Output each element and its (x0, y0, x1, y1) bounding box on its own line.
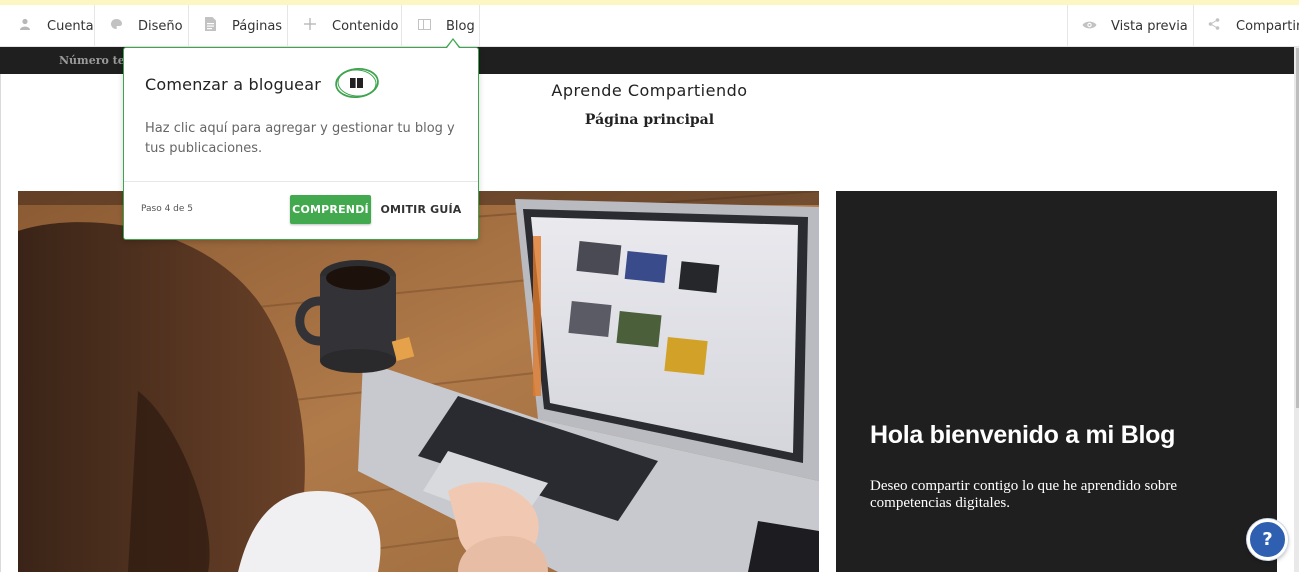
toolbar-divider (401, 5, 402, 47)
editor-toolbar: Cuenta Diseño Páginas Contenido Blog Vis… (0, 5, 1299, 47)
popover-pointer-fill (447, 40, 459, 48)
hero-panel: Hola bienvenido a mi Blog Deseo comparti… (836, 191, 1277, 572)
page-edge (0, 74, 1, 572)
palette-icon (108, 18, 124, 34)
toolbar-divider (287, 5, 288, 47)
blog-badge-icon (334, 66, 380, 100)
page-icon (202, 17, 218, 35)
toolbar-divider (188, 5, 189, 47)
eye-icon (1081, 19, 1097, 34)
toolbar-cuenta[interactable]: Cuenta (17, 5, 94, 47)
toolbar-compartir[interactable]: Compartir (1206, 5, 1299, 47)
help-button[interactable]: ? (1247, 519, 1288, 560)
toolbar-cuenta-label: Cuenta (47, 18, 94, 34)
hero-text: Deseo compartir contigo lo que he aprend… (870, 478, 1177, 511)
user-icon (17, 18, 33, 34)
got-it-button[interactable]: COMPRENDÍ (290, 195, 371, 224)
toolbar-divider (94, 5, 95, 47)
toolbar-blog-label: Blog (446, 18, 475, 34)
share-icon (1206, 18, 1222, 34)
guide-divider (124, 181, 478, 182)
toolbar-vista-previa[interactable]: Vista previa (1081, 5, 1188, 47)
toolbar-divider (1067, 5, 1068, 47)
toolbar-diseno[interactable]: Diseño (108, 5, 183, 47)
hero-heading: Hola bienvenido a mi Blog (870, 421, 1176, 449)
guide-popover: Comenzar a bloguear Haz clic aquí para a… (123, 47, 479, 240)
guide-title: Comenzar a bloguear (145, 75, 322, 94)
guide-description: Haz clic aquí para agregar y gestionar t… (145, 121, 455, 156)
hero-image (18, 191, 819, 572)
toolbar-divider (1193, 5, 1194, 47)
guide-step-indicator: Paso 4 de 5 (141, 204, 194, 214)
skip-guide-button[interactable]: OMITIR GUÍA (380, 195, 462, 224)
toolbar-contenido[interactable]: Contenido (302, 5, 398, 47)
toolbar-contenido-label: Contenido (332, 18, 399, 34)
toolbar-paginas-label: Páginas (232, 18, 283, 34)
toolbar-divider (479, 5, 480, 47)
toolbar-diseno-label: Diseño (138, 18, 183, 34)
toolbar-paginas[interactable]: Páginas (202, 5, 282, 47)
toolbar-compartir-label: Compartir (1236, 18, 1299, 34)
blog-icon (416, 18, 432, 34)
toolbar-vista-previa-label: Vista previa (1111, 18, 1188, 34)
plus-icon (302, 18, 318, 34)
